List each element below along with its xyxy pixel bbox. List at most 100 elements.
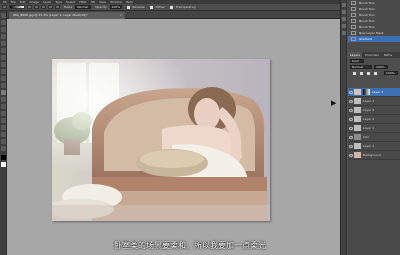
brush-icon bbox=[351, 7, 356, 11]
document-image[interactable] bbox=[52, 59, 270, 221]
brush-icon bbox=[351, 1, 356, 5]
brush-icon bbox=[351, 19, 356, 23]
document-tab[interactable]: IMG_8896.jpg @ 33.3% (Layer 3, Layer Mas… bbox=[9, 12, 125, 19]
gradient-preview-button[interactable] bbox=[9, 5, 25, 9]
lock-row: 100% bbox=[348, 70, 400, 76]
lasso-tool-icon[interactable] bbox=[1, 27, 6, 32]
reverse-checkbox[interactable] bbox=[126, 5, 130, 9]
layer-name: Background bbox=[363, 153, 381, 157]
history-item-label: Brush Tool bbox=[359, 13, 375, 17]
folder-icon bbox=[354, 134, 361, 140]
lock-transparent-icon[interactable] bbox=[353, 71, 356, 75]
document-tab-title: IMG_8896.jpg @ 33.3% (Layer 3, Layer Mas… bbox=[13, 13, 88, 17]
crop-tool-icon[interactable] bbox=[1, 41, 6, 46]
close-icon[interactable]: × bbox=[119, 12, 122, 19]
foreground-color-swatch[interactable] bbox=[1, 155, 6, 160]
lock-position-icon[interactable] bbox=[367, 71, 370, 75]
layer-name: skin bbox=[363, 135, 370, 139]
mouse-cursor-icon: ▶ bbox=[331, 99, 337, 107]
dither-checkbox[interactable] bbox=[149, 5, 153, 9]
clone-stamp-tool-icon[interactable] bbox=[1, 69, 6, 74]
hand-tool-icon[interactable] bbox=[1, 139, 6, 144]
move-tool-icon[interactable] bbox=[1, 13, 6, 18]
visibility-eye-icon[interactable] bbox=[349, 99, 353, 103]
zoom-tool-icon[interactable] bbox=[1, 146, 6, 151]
tool-options-bar: Mode: Normal Opacity: 100% Reverse Dithe… bbox=[0, 4, 340, 11]
visibility-eye-icon[interactable] bbox=[349, 126, 353, 130]
history-panel-icon[interactable] bbox=[342, 3, 346, 7]
brush-icon bbox=[351, 25, 356, 29]
layer-row[interactable]: Layer 1 bbox=[348, 124, 400, 133]
history-panel: Brush Tool Brush Tool Brush Tool Brush T… bbox=[348, 0, 400, 52]
layer-mask-thumbnail[interactable] bbox=[363, 89, 370, 95]
canvas-area[interactable]: ▶ bbox=[7, 19, 340, 255]
shape-tool-icon[interactable] bbox=[1, 132, 6, 137]
quick-select-tool-icon[interactable] bbox=[1, 34, 6, 39]
transparency-checkbox[interactable] bbox=[169, 5, 173, 9]
radial-gradient-icon[interactable] bbox=[34, 5, 39, 9]
visibility-eye-icon[interactable] bbox=[349, 108, 353, 112]
brush-icon bbox=[351, 13, 356, 17]
layer-row-active[interactable]: Layer 3 bbox=[348, 88, 400, 97]
brush-tool-icon[interactable] bbox=[1, 62, 6, 67]
fill-field[interactable]: 100% bbox=[384, 71, 398, 75]
opacity-label: Opacity: bbox=[95, 5, 108, 9]
layer-name: Layer 2 bbox=[363, 108, 375, 112]
layer-group-row[interactable]: skin bbox=[348, 133, 400, 142]
collapsed-panel-strip bbox=[341, 0, 347, 255]
adjustments-panel-icon[interactable] bbox=[342, 24, 346, 28]
visibility-eye-icon[interactable] bbox=[349, 153, 353, 157]
mode-select[interactable]: Normal bbox=[75, 5, 92, 9]
type-tool-icon[interactable] bbox=[1, 118, 6, 123]
layers-list: Layer 3 Layer 1 Layer 2 Layer 2 Layer 1 … bbox=[348, 88, 400, 255]
pen-tool-icon[interactable] bbox=[1, 111, 6, 116]
opacity-field[interactable]: 100% bbox=[109, 5, 122, 9]
blur-tool-icon[interactable] bbox=[1, 97, 6, 102]
lock-pixels-icon[interactable] bbox=[360, 71, 363, 75]
visibility-eye-icon[interactable] bbox=[349, 90, 353, 94]
layer-thumbnail bbox=[354, 143, 361, 149]
visibility-eye-icon[interactable] bbox=[349, 135, 353, 139]
angle-gradient-icon[interactable] bbox=[41, 5, 46, 9]
dodge-tool-icon[interactable] bbox=[1, 104, 6, 109]
layer-row[interactable]: Layer 1 bbox=[348, 142, 400, 151]
background-color-swatch[interactable] bbox=[1, 162, 6, 167]
layer-name: Layer 1 bbox=[363, 144, 375, 148]
history-item-label: Gradient bbox=[359, 37, 373, 41]
visibility-eye-icon[interactable] bbox=[349, 117, 353, 121]
mode-label: Mode: bbox=[64, 5, 74, 9]
path-select-tool-icon[interactable] bbox=[1, 125, 6, 130]
properties-panel-icon[interactable] bbox=[342, 17, 346, 21]
lock-all-icon[interactable] bbox=[374, 71, 377, 75]
healing-brush-tool-icon[interactable] bbox=[1, 55, 6, 60]
layer-row[interactable]: Layer 2 bbox=[348, 115, 400, 124]
eraser-tool-icon[interactable] bbox=[1, 83, 6, 88]
swatches-panel-icon[interactable] bbox=[342, 31, 346, 35]
tool-preset-button[interactable] bbox=[2, 5, 7, 9]
layer-mask-icon bbox=[351, 31, 356, 35]
photo-artwork bbox=[52, 59, 270, 221]
history-brush-tool-icon[interactable] bbox=[1, 76, 6, 81]
gradient-tool-icon[interactable] bbox=[1, 90, 6, 95]
layer-opacity-field[interactable]: 100% bbox=[374, 65, 388, 69]
layer-name: Layer 3 bbox=[372, 90, 384, 94]
layer-row[interactable]: Background bbox=[348, 151, 400, 160]
diamond-gradient-icon[interactable] bbox=[55, 5, 60, 9]
actions-panel-icon[interactable] bbox=[342, 10, 346, 14]
video-subtitle: 卧室类的场景要柔和，所以我要加一点柔光 bbox=[114, 241, 266, 250]
layer-thumbnail bbox=[354, 116, 361, 122]
blend-mode-select[interactable]: Normal bbox=[350, 65, 372, 69]
layer-row[interactable]: Layer 1 bbox=[348, 97, 400, 106]
layer-thumbnail bbox=[354, 98, 361, 104]
linear-gradient-icon[interactable] bbox=[27, 5, 32, 9]
history-item-active[interactable]: Gradient bbox=[348, 36, 400, 42]
layer-options: Kind Normal 100% 100% bbox=[348, 58, 400, 88]
kind-filter-select[interactable]: Kind bbox=[350, 59, 364, 63]
layer-name: Layer 1 bbox=[363, 126, 375, 130]
eyedropper-tool-icon[interactable] bbox=[1, 48, 6, 53]
layer-row[interactable]: Layer 2 bbox=[348, 106, 400, 115]
reflected-gradient-icon[interactable] bbox=[48, 5, 53, 9]
history-item-label: Brush Tool bbox=[359, 25, 375, 29]
visibility-eye-icon[interactable] bbox=[349, 144, 353, 148]
marquee-tool-icon[interactable] bbox=[1, 20, 6, 25]
